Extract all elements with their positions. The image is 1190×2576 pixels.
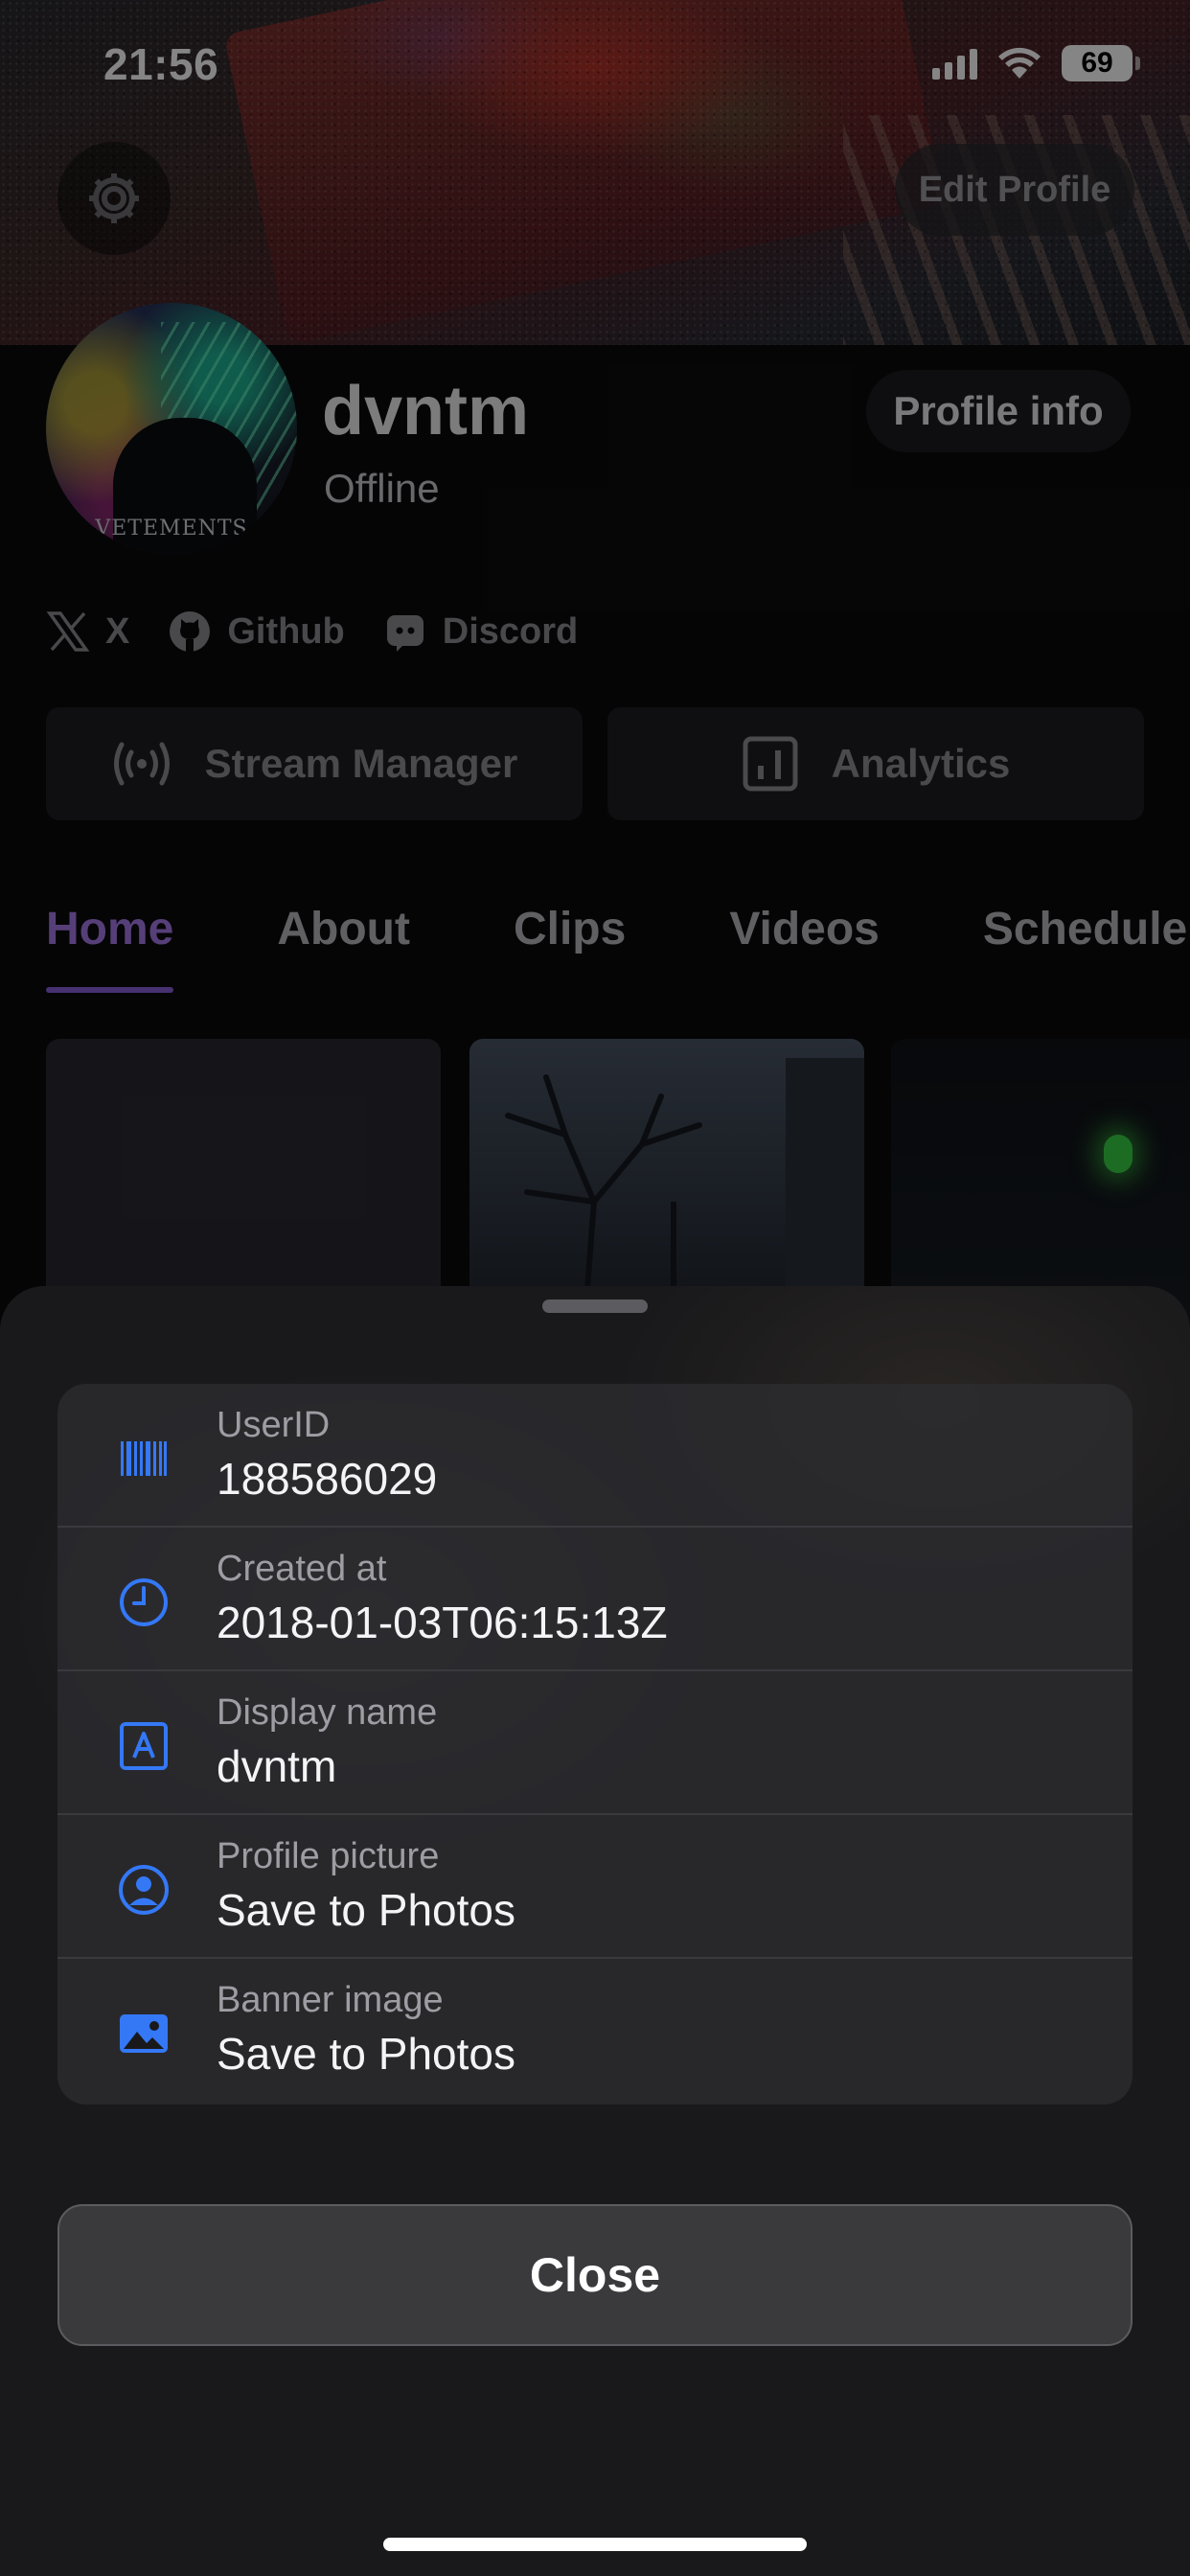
clock-icon (120, 1578, 168, 1626)
info-row-value: Save to Photos (217, 2029, 515, 2079)
info-row-banner-image[interactable]: Banner image Save to Photos (57, 1959, 1133, 2103)
info-row-value: Save to Photos (217, 1885, 515, 1935)
close-button[interactable]: Close (57, 2204, 1133, 2346)
info-row-label: UserID (217, 1405, 331, 1445)
info-row-label: Profile picture (217, 1836, 440, 1876)
profile-info-sheet: UserID 188586029 Created at 2018-01-03T0… (0, 1286, 1190, 2576)
info-row-created-at[interactable]: Created at 2018-01-03T06:15:13Z (57, 1528, 1133, 1671)
profile-info-list: UserID 188586029 Created at 2018-01-03T0… (57, 1384, 1133, 2104)
info-row-user-id[interactable]: UserID 188586029 (57, 1384, 1133, 1528)
info-row-value: 188586029 (217, 1454, 438, 1504)
home-indicator[interactable] (383, 2538, 807, 2551)
app-screen: 21:56 69 Edit Profile VETEMENTS dvntm Of… (0, 0, 1190, 2576)
sheet-grabber[interactable] (542, 1300, 648, 1313)
info-row-display-name[interactable]: Display name dvntm (57, 1671, 1133, 1815)
person-circle-icon (119, 1865, 169, 1915)
info-row-profile-picture[interactable]: Profile picture Save to Photos (57, 1815, 1133, 1959)
info-row-value: dvntm (217, 1741, 337, 1791)
info-row-label: Display name (217, 1692, 438, 1733)
info-row-value: 2018-01-03T06:15:13Z (217, 1598, 668, 1647)
text-format-icon (120, 1722, 168, 1770)
barcode-icon (121, 1441, 167, 1476)
info-row-label: Banner image (217, 1980, 444, 2020)
info-row-label: Created at (217, 1549, 387, 1589)
photo-icon (120, 2014, 168, 2053)
